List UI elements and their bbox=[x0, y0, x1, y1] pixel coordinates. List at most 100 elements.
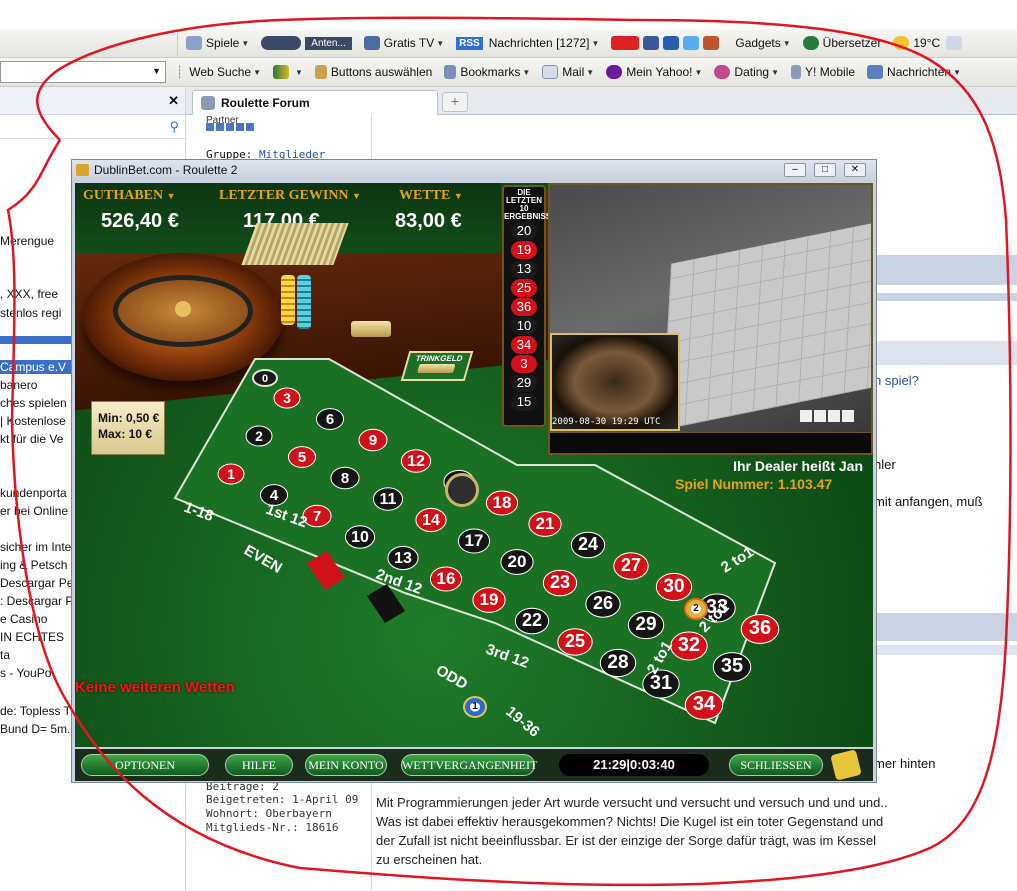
toolbar-item-tv[interactable]: Gratis TV ▼ bbox=[363, 36, 444, 50]
toolbar-item-translator[interactable]: Übersetzer bbox=[802, 36, 881, 50]
result-number: 25 bbox=[511, 279, 537, 297]
forum-link-text[interactable]: n spiel? bbox=[874, 373, 919, 388]
yahoo-icon bbox=[606, 65, 623, 79]
game-number: Spiel Nummer: 1.103.47 bbox=[675, 476, 833, 492]
post-text-line: Mit Programmierungen jeder Art wurde ver… bbox=[376, 795, 888, 810]
youtube-icon[interactable] bbox=[611, 36, 640, 50]
number-label: 22 bbox=[522, 610, 542, 630]
toolbar-item-gadgets[interactable]: Gadgets ▼ bbox=[735, 36, 790, 50]
facebook-icon[interactable] bbox=[643, 36, 660, 50]
close-game-button[interactable]: SCHLIESSEN bbox=[729, 754, 823, 776]
gift-icon[interactable] bbox=[703, 36, 720, 50]
search-icon[interactable]: ⚲ bbox=[169, 119, 179, 135]
number-label: 35 bbox=[721, 655, 743, 677]
outside-bet-label[interactable]: EVEN bbox=[241, 542, 285, 577]
video-timestamp: 2009-08-30 19:29 UTC bbox=[552, 417, 661, 427]
my-account-button[interactable]: MEIN KONTO bbox=[305, 754, 387, 776]
toolbar-item-bookmarks[interactable]: Bookmarks ▼ bbox=[444, 65, 530, 79]
toolbar-left-empty bbox=[0, 29, 178, 57]
player-controls-icon bbox=[261, 36, 302, 50]
sidebar-search[interactable]: ⚲ bbox=[0, 115, 185, 139]
toolbar-item-label: Dating bbox=[734, 65, 770, 79]
number-label: 1 bbox=[227, 466, 235, 482]
toolbar-shield[interactable]: ▼ bbox=[272, 65, 303, 79]
globe-icon bbox=[802, 36, 819, 50]
result-number: 34 bbox=[511, 336, 537, 354]
bet-chip-value: 1 bbox=[472, 701, 478, 712]
window-titlebar[interactable]: DublinBet.com - Roulette 2 – □ ✕ bbox=[72, 160, 876, 181]
close-button[interactable]: ✕ bbox=[844, 163, 866, 177]
close-icon[interactable]: ✕ bbox=[168, 93, 179, 109]
video-control-icon[interactable] bbox=[828, 410, 840, 422]
minimize-button[interactable]: – bbox=[784, 163, 806, 177]
forum-row-bar bbox=[872, 293, 1017, 301]
tv-icon bbox=[363, 36, 380, 50]
number-label: 2 bbox=[255, 428, 263, 444]
bet-history-button[interactable]: WETTVERGANGENHEIT bbox=[401, 754, 537, 776]
toolbar-item-weather[interactable]: 19°C bbox=[893, 36, 966, 50]
twitter-icon[interactable] bbox=[683, 36, 700, 50]
toolbar-item-games[interactable]: Spiele ▼ bbox=[186, 36, 249, 50]
outside-bet-label[interactable]: 19-36 bbox=[502, 703, 542, 741]
number-label: 5 bbox=[298, 449, 306, 466]
number-label: 36 bbox=[749, 617, 771, 639]
toolbar-item-label: Mail bbox=[562, 65, 585, 79]
toolbar-item-label: Buttons auswählen bbox=[330, 65, 433, 79]
games-icon bbox=[186, 36, 202, 50]
number-label: 24 bbox=[578, 534, 598, 554]
bet-chip[interactable]: 1 bbox=[463, 696, 487, 718]
toolbar-item-buttons[interactable]: Buttons auswählen bbox=[314, 65, 433, 79]
forum-text: hler bbox=[874, 457, 896, 472]
toolbar-top: Spiele ▼ Anten... Gratis TV ▼ RSS Nachricht… bbox=[0, 29, 1017, 58]
toolbar-item-label: Web Suche bbox=[189, 65, 252, 79]
bet-chip[interactable]: 2 bbox=[684, 598, 708, 620]
toolbar-item-myyahoo[interactable]: Mein Yahoo! ▼ bbox=[606, 65, 702, 79]
game-controls: OPTIONEN HILFE MEIN KONTO WETTVERGANGENH… bbox=[75, 749, 873, 781]
roulette-window[interactable]: DublinBet.com - Roulette 2 – □ ✕ GUTHABE… bbox=[71, 159, 877, 783]
forum-text: mer hinten bbox=[874, 756, 936, 771]
outside-bet-label[interactable]: 3rd 12 bbox=[484, 641, 531, 672]
toolbar-item-label: Spiele bbox=[206, 36, 240, 50]
myspace-icon[interactable] bbox=[663, 36, 680, 50]
last-results-list: 20 19 13 25 36 10 34 3 29 15 bbox=[504, 222, 544, 411]
toolbar-item-dating[interactable]: Dating ▼ bbox=[714, 65, 779, 79]
social-icons[interactable] bbox=[611, 36, 723, 50]
post-text-line: zu erscheinen hat. bbox=[376, 852, 483, 867]
toolbar-item-label: Gratis TV bbox=[383, 36, 435, 50]
new-tab-button[interactable]: + bbox=[442, 92, 468, 112]
number-label: 8 bbox=[341, 470, 349, 487]
outside-bet-label[interactable]: ODD bbox=[433, 662, 471, 693]
chevron-down-icon: ▼ bbox=[953, 67, 961, 77]
radio-player[interactable]: Anten... bbox=[261, 36, 352, 50]
mail-icon[interactable] bbox=[946, 36, 963, 50]
result-number: 3 bbox=[511, 355, 537, 373]
toolbar-item-mobile[interactable]: Y! Mobile bbox=[791, 65, 855, 79]
address-dropdown[interactable]: ▼ bbox=[0, 61, 166, 83]
number-label: 18 bbox=[493, 493, 512, 512]
number-label: 23 bbox=[550, 572, 570, 592]
number-label: 25 bbox=[565, 631, 585, 651]
number-label: 30 bbox=[663, 576, 684, 597]
number-label: 27 bbox=[621, 555, 641, 575]
profile-joined: Beigetreten: 1-April 09 bbox=[206, 793, 359, 806]
chevron-down-icon: ▼ bbox=[771, 67, 780, 77]
video-control-icon[interactable] bbox=[842, 410, 854, 422]
dice-icon[interactable] bbox=[830, 749, 862, 781]
number-label: 7 bbox=[313, 508, 321, 525]
toolbar-item-mail[interactable]: Mail ▼ bbox=[542, 65, 594, 79]
maximize-button[interactable]: □ bbox=[814, 163, 836, 177]
toolbar-item-websearch[interactable]: ┊ Web Suche ▼ bbox=[176, 65, 261, 79]
radio-station-field[interactable]: Anten... bbox=[305, 36, 352, 50]
news-icon bbox=[867, 65, 884, 79]
chevron-down-icon: ▼ bbox=[152, 66, 161, 76]
help-button[interactable]: HILFE bbox=[225, 754, 293, 776]
video-control-icon[interactable] bbox=[814, 410, 826, 422]
number-label: 10 bbox=[351, 529, 369, 546]
video-controls[interactable] bbox=[800, 410, 864, 422]
options-button[interactable]: OPTIONEN bbox=[81, 754, 209, 776]
tab-roulette-forum[interactable]: Roulette Forum bbox=[192, 90, 438, 115]
separator-icon: ┊ bbox=[176, 65, 184, 79]
toolbar-item-news[interactable]: Nachrichten ▼ bbox=[867, 65, 961, 79]
video-control-icon[interactable] bbox=[800, 410, 812, 422]
toolbar-item-rss[interactable]: RSS Nachrichten [1272] ▼ bbox=[456, 36, 599, 50]
